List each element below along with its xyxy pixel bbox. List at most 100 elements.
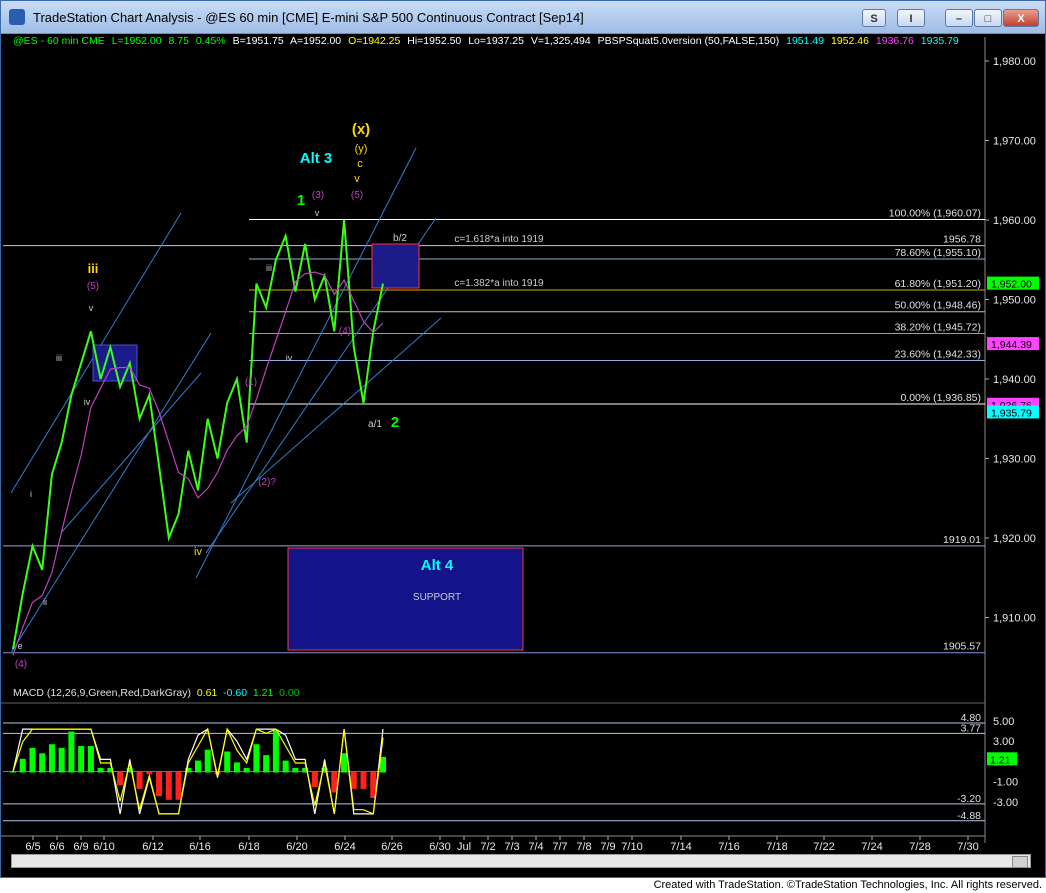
macd-histogram-bar bbox=[97, 767, 104, 773]
wave-label: i bbox=[30, 489, 32, 499]
x-tick-label: 7/10 bbox=[621, 841, 642, 853]
price-tag-label: 1,944.39 bbox=[991, 339, 1032, 351]
macd-histogram-bar bbox=[311, 771, 318, 788]
x-tick-label: 7/28 bbox=[909, 841, 930, 853]
x-tick-label: 7/18 bbox=[766, 841, 787, 853]
pct-change: 0.45% bbox=[195, 35, 226, 47]
macd-level-label: 3.77 bbox=[961, 722, 982, 734]
macd-value: 0.00 bbox=[279, 687, 300, 699]
last-price: L=1952.00 bbox=[111, 35, 162, 47]
macd-histogram-bar bbox=[331, 771, 338, 793]
x-tick-label: 6/26 bbox=[381, 841, 402, 853]
wave-label: (4) bbox=[15, 659, 27, 670]
indicator-value: 1935.79 bbox=[920, 35, 959, 47]
horizontal-scrollbar[interactable] bbox=[11, 854, 1031, 868]
macd-histogram-bar bbox=[341, 753, 348, 773]
fib-level-label: 1956.78 bbox=[943, 234, 981, 246]
minimize-button[interactable]: – bbox=[945, 9, 973, 27]
wave-label: 2 bbox=[391, 414, 399, 431]
symbol-label: @ES - 60 min CME bbox=[13, 35, 105, 47]
x-tick-label: 6/18 bbox=[238, 841, 259, 853]
wave-label: c bbox=[357, 158, 363, 170]
wave-label: 1 bbox=[297, 192, 305, 209]
macd-value: 0.61 bbox=[196, 687, 218, 699]
x-tick-label: 7/16 bbox=[718, 841, 739, 853]
alt4-support-box bbox=[287, 547, 524, 651]
wave-label: (5) bbox=[87, 281, 99, 292]
macd-tick-label: -3.00 bbox=[993, 797, 1018, 809]
macd-value: -0.60 bbox=[223, 687, 248, 699]
wave-label: a/1 bbox=[368, 419, 382, 430]
maximize-icon: □ bbox=[984, 13, 992, 25]
channel-line bbox=[230, 317, 442, 504]
app-icon bbox=[9, 9, 25, 25]
wave-label: (5) bbox=[351, 190, 363, 201]
price-chart[interactable]: 1,980.00 1,970.00 1,960.00 1,950.00 1,940.00… bbox=[1, 33, 1045, 878]
macd-histogram-bar bbox=[233, 762, 240, 773]
macd-histogram-bar bbox=[29, 747, 36, 773]
macd-level-label: -4.88 bbox=[957, 810, 981, 822]
macd-level-label: -3.20 bbox=[957, 793, 981, 805]
macd-histogram-bar bbox=[195, 760, 201, 773]
wave-label: ii bbox=[43, 597, 47, 607]
macd-histogram-bar bbox=[292, 767, 299, 773]
x-tick-label: 7/2 bbox=[480, 841, 495, 853]
macd-tick-label: 5.00 bbox=[993, 716, 1014, 728]
y-tick-label: 1,970.00 bbox=[993, 136, 1036, 148]
scroll-thumb[interactable] bbox=[1012, 856, 1028, 868]
macd-histogram-bar bbox=[39, 753, 46, 773]
fib-level-label: 78.60% (1,955.10) bbox=[895, 247, 981, 259]
wave-label: iv bbox=[84, 397, 91, 407]
price-tag-label: 1,935.79 bbox=[991, 407, 1032, 419]
indicator-label: PBSPSquat5.0version (50,FALSE,150) bbox=[597, 35, 780, 47]
macd-histogram-bar bbox=[350, 771, 357, 789]
macd-histogram-bar bbox=[282, 760, 289, 773]
x-tick-label: 7/8 bbox=[576, 841, 591, 853]
macd-value: 1.21 bbox=[252, 687, 274, 699]
macd-histogram-bar bbox=[19, 758, 26, 773]
close-button[interactable]: X bbox=[1003, 9, 1039, 27]
bid-price: B=1951.75 bbox=[232, 35, 284, 47]
wave-label: c=1.382*a into 1919 bbox=[454, 278, 544, 289]
wave-label: (3) bbox=[312, 190, 324, 201]
macd-tag-label: 1.21 bbox=[990, 754, 1011, 766]
fib-level-label: 1905.57 bbox=[943, 641, 981, 653]
y-tick-label: 1,930.00 bbox=[993, 454, 1036, 466]
title-bar: TradeStation Chart Analysis - @ES 60 min… bbox=[1, 1, 1045, 34]
fib-level-label: 50.00% (1,948.46) bbox=[895, 300, 981, 312]
wave-label: (1) bbox=[245, 377, 257, 388]
volume: V=1,325,494 bbox=[530, 35, 591, 47]
y-tick-label: 1,980.00 bbox=[993, 56, 1036, 68]
fib-level-label: 38.20% (1,945.72) bbox=[895, 322, 981, 334]
macd-histogram-bar bbox=[272, 729, 279, 773]
indicator-button[interactable]: I bbox=[897, 9, 925, 27]
x-tick-label: Jul bbox=[457, 841, 471, 853]
macd-histogram-bar bbox=[204, 749, 211, 773]
x-tick-label: 6/12 bbox=[142, 841, 163, 853]
wave-label: iii bbox=[88, 261, 99, 276]
macd-label-line: MACD (12,26,9,Green,Red,DarkGray) 0.61 -… bbox=[13, 687, 300, 699]
x-tick-label: 6/9 bbox=[73, 841, 88, 853]
wave-label: Alt 4 bbox=[421, 557, 454, 574]
macd-histogram-bar bbox=[224, 751, 231, 773]
x-tick-label: 7/7 bbox=[552, 841, 567, 853]
wave-label: v bbox=[354, 173, 360, 185]
wave-label: v bbox=[89, 303, 94, 313]
x-tick-label: 7/4 bbox=[528, 841, 543, 853]
symbol-button[interactable]: S bbox=[862, 9, 886, 27]
wave-label: Alt 3 bbox=[300, 150, 333, 167]
macd-histogram-bar bbox=[380, 756, 386, 773]
macd-tick-label: 3.00 bbox=[993, 736, 1014, 748]
macd-histogram-bar bbox=[175, 771, 182, 800]
maximize-button[interactable]: □ bbox=[974, 9, 1002, 27]
chart-window: TradeStation Chart Analysis - @ES 60 min… bbox=[0, 0, 1046, 878]
window-title: TradeStation Chart Analysis - @ES 60 min… bbox=[33, 10, 584, 25]
indicator-value: 1951.49 bbox=[786, 35, 825, 47]
macd-histogram-bar bbox=[78, 746, 85, 773]
wave-label: iii bbox=[266, 263, 272, 273]
footer: Created with TradeStation. ©TradeStation… bbox=[0, 879, 1046, 893]
wave-label: c=1.618*a into 1919 bbox=[454, 234, 544, 245]
macd-label: MACD (12,26,9,Green,Red,DarkGray) bbox=[13, 687, 191, 699]
y-tick-label: 1,960.00 bbox=[993, 215, 1036, 227]
fib-level-label: 0.00% (1,936.85) bbox=[900, 392, 981, 404]
